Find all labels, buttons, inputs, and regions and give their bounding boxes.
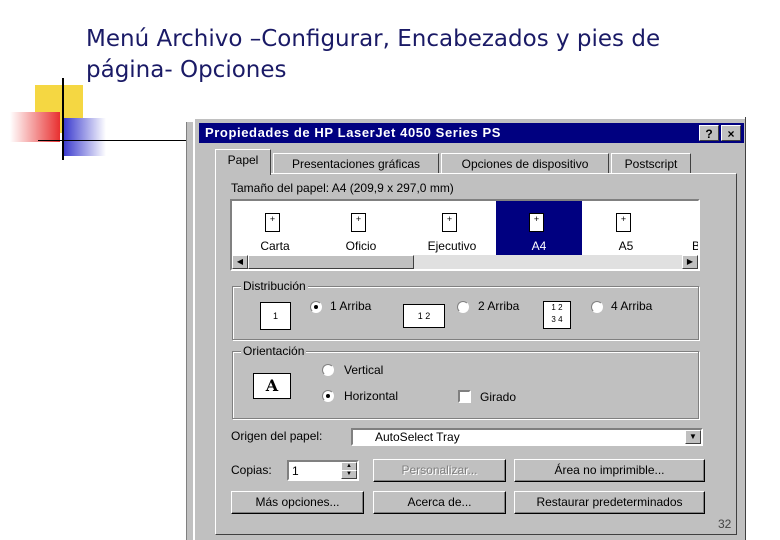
paper-icon: + (616, 213, 631, 232)
layout-4-up-radio[interactable] (591, 301, 603, 313)
dialog-title: Propiedades de HP LaserJet 4050 Series P… (205, 125, 502, 140)
paper-icon: + (442, 213, 457, 232)
deco-blue-square (62, 118, 106, 156)
paper-size-label: Tamaño del papel: A4 (209,9 x 297,0 mm) (231, 181, 454, 195)
orientation-group-label: Orientación (241, 344, 307, 358)
copies-stepper[interactable]: 1 ▲ ▼ (287, 460, 359, 481)
layout-icon-digit: 1 (551, 303, 556, 312)
paper-item-label: Ejecutivo (427, 239, 477, 253)
about-button[interactable]: Acerca de... (373, 491, 506, 514)
tab-presentaciones-graficas[interactable]: Presentaciones gráficas (273, 153, 439, 173)
deco-vertical-line (62, 78, 64, 160)
paper-size-label-text: Tamaño del papel: (231, 181, 330, 195)
paper-item-label: A4 (531, 239, 547, 253)
paper-source-value: AutoSelect Tray (375, 430, 460, 444)
scroll-left-icon[interactable]: ◀ (232, 255, 248, 269)
layout-icon-digit: 2 (558, 303, 563, 312)
layout-icon-digit: 3 (551, 315, 556, 324)
tab-papel[interactable]: Papel (215, 149, 271, 175)
layout-2-up-label[interactable]: 2 Arriba (478, 299, 519, 313)
stepper-down-icon[interactable]: ▼ (341, 470, 357, 479)
layout-4-up-icon: 1 23 4 (543, 301, 571, 329)
paper-icon: + (529, 213, 544, 232)
layout-group-label: Distribución (241, 279, 308, 293)
paper-size-value: A4 (209,9 x 297,0 mm) (331, 181, 454, 195)
layout-group: Distribución (232, 279, 699, 340)
layout-icon-digit: 1 (272, 311, 278, 321)
rotated-checkbox[interactable] (458, 390, 471, 403)
layout-1-up-icon: 1 (260, 302, 291, 330)
layout-icon-digit: 1 (417, 311, 423, 321)
horizontal-label[interactable]: Horizontal (344, 389, 398, 403)
layout-2-up-icon: 1 2 (403, 304, 445, 328)
deco-red-square (10, 112, 60, 142)
paper-icon: + (351, 213, 366, 232)
customize-button[interactable]: Personalizar... (373, 459, 506, 482)
unprintable-area-button[interactable]: Área no imprimible... (514, 459, 705, 482)
layout-icon-digit: 2 (425, 311, 431, 321)
paper-item-ejecutivo[interactable]: + Ejecutivo (409, 201, 495, 256)
orientation-group: Orientación (232, 344, 699, 419)
paper-item-label: Oficio (345, 239, 377, 253)
tab-postscript[interactable]: Postscript (611, 153, 691, 173)
copies-label: Copias: (231, 463, 272, 477)
slide-title: Menú Archivo –Configurar, Encabezados y … (86, 24, 746, 86)
paper-item-a4[interactable]: + A4 (496, 201, 582, 256)
vertical-radio[interactable] (322, 364, 334, 376)
paper-source-label: Origen del papel: (231, 429, 323, 443)
help-button[interactable]: ? (699, 125, 719, 141)
paper-size-list[interactable]: + Carta + Oficio + Ejecutivo + A4 + A5 B ◀ ▶ (230, 199, 700, 271)
slide-title-line-1: Menú Archivo –Configurar, Encabezados y … (86, 26, 661, 52)
paper-item-label: B (692, 239, 700, 253)
paper-list-scrollbar[interactable]: ◀ ▶ (232, 255, 698, 269)
tab-opciones-de-dispositivo[interactable]: Opciones de dispositivo (441, 153, 609, 173)
layout-4-up-label[interactable]: 4 Arriba (611, 299, 652, 313)
restore-defaults-button[interactable]: Restaurar predeterminados (514, 491, 705, 514)
layout-1-up-radio[interactable] (310, 301, 322, 313)
dialog-titlebar: Propiedades de HP LaserJet 4050 Series P… (199, 123, 744, 143)
slide-title-line-2: página- Opciones (86, 57, 287, 83)
more-options-button[interactable]: Más opciones... (231, 491, 364, 514)
printer-properties-dialog: Propiedades de HP LaserJet 4050 Series P… (193, 117, 745, 540)
layout-2-up-radio[interactable] (457, 301, 469, 313)
deco-horizontal-line (38, 140, 198, 141)
paper-source-select[interactable]: AutoSelect Tray ▼ (351, 428, 703, 446)
paper-item-b[interactable]: B (652, 201, 700, 256)
rotated-label[interactable]: Girado (480, 390, 516, 404)
paper-icon: + (265, 213, 280, 232)
scroll-right-icon[interactable]: ▶ (682, 255, 698, 269)
scroll-thumb[interactable] (248, 255, 414, 269)
orientation-preview-icon: A (253, 373, 291, 399)
close-button[interactable]: × (721, 125, 741, 141)
layout-1-up-label[interactable]: 1 Arriba (330, 299, 371, 313)
paper-item-carta[interactable]: + Carta (232, 201, 318, 256)
vertical-label[interactable]: Vertical (344, 363, 383, 377)
copies-value: 1 (292, 464, 299, 478)
chevron-down-icon[interactable]: ▼ (685, 430, 701, 444)
paper-item-label: Carta (260, 239, 290, 253)
layout-icon-digit: 4 (558, 315, 563, 324)
page-number: 32 (718, 517, 732, 531)
paper-item-oficio[interactable]: + Oficio (318, 201, 404, 256)
horizontal-radio[interactable] (322, 390, 334, 402)
